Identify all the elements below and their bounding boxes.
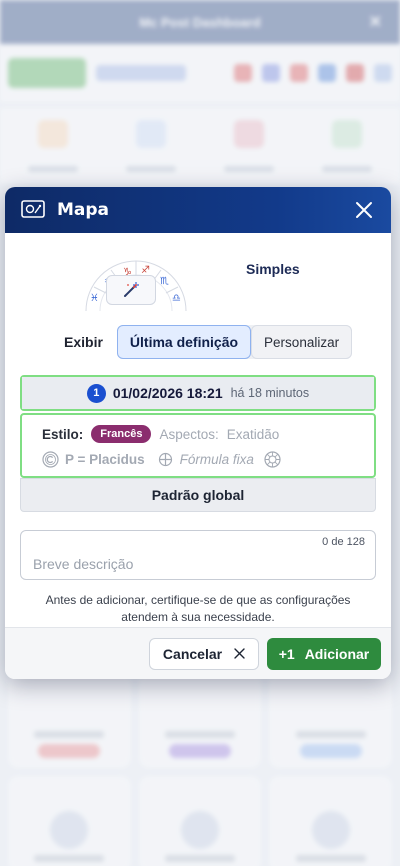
magic-wand-icon xyxy=(124,282,139,297)
hint-text: Antes de adicionar, certifique-se de que… xyxy=(45,593,351,624)
view-selector-row: Exibir Última definição Personalizar xyxy=(20,321,376,363)
definition-time-ago: há 18 minutos xyxy=(230,386,310,400)
chart-preview-row: ♑ ♐ ♒ ♏ ♓ ♎ Simples xyxy=(20,233,376,313)
chart-modal: Mapa ♑ ♐ ♒ ♏ ♓ ♎ xyxy=(5,187,391,679)
house-line: P = Placidus Fórmula fixa xyxy=(42,451,374,468)
global-default-button[interactable]: Padrão global xyxy=(20,478,376,512)
view-label: Exibir xyxy=(64,334,103,350)
aspects-value: Exatidão xyxy=(226,426,280,442)
svg-text:♓: ♓ xyxy=(90,293,99,304)
view-option-customize[interactable]: Personalizar xyxy=(251,325,353,359)
add-button[interactable]: +1 Adicionar xyxy=(267,637,381,670)
language-badge: Francês xyxy=(91,425,152,443)
definition-index-badge: 1 xyxy=(86,383,106,403)
aspects-label: Aspectos: xyxy=(159,426,219,442)
chart-style-name: Simples xyxy=(246,261,300,277)
modal-body: ♑ ♐ ♒ ♏ ♓ ♎ Simples Exibir Última defin xyxy=(5,233,391,626)
description-field: 0 de 128 xyxy=(20,530,376,580)
modal-header: Mapa xyxy=(5,187,391,233)
close-icon xyxy=(234,648,245,659)
add-label: Adicionar xyxy=(304,645,370,662)
formula-text: Fórmula fixa xyxy=(179,452,254,467)
svg-text:♏: ♏ xyxy=(160,276,169,287)
view-option-last-definition[interactable]: Última definição xyxy=(116,325,252,359)
house-system: P = Placidus xyxy=(65,452,145,467)
definition-date-row[interactable]: 1 01/02/2026 18:21 há 18 minutos xyxy=(22,377,374,409)
style-label: Estilo: xyxy=(42,426,84,442)
cancel-label: Cancelar xyxy=(162,645,223,662)
add-count: +1 xyxy=(278,645,295,662)
copyright-icon xyxy=(42,451,59,468)
magic-wand-button[interactable] xyxy=(106,275,156,305)
last-definition-card[interactable]: 1 01/02/2026 18:21 há 18 minutos xyxy=(20,375,376,411)
definition-date: 01/02/2026 18:21 xyxy=(112,385,223,401)
modal-title: Mapa xyxy=(57,200,110,220)
svg-text:♎: ♎ xyxy=(172,293,181,304)
definition-settings-card: Estilo: Francês Aspectos: Exatidão P = P… xyxy=(20,413,376,478)
cancel-button[interactable]: Cancelar xyxy=(149,637,259,670)
wheel-icon xyxy=(264,451,281,468)
modal-footer: Cancelar +1 Adicionar xyxy=(5,627,391,679)
crosshair-circle-icon xyxy=(158,452,172,467)
style-line: Estilo: Francês Aspectos: Exatidão xyxy=(42,425,374,443)
view-segmented-control: Última definição Personalizar xyxy=(116,325,353,359)
close-icon[interactable] xyxy=(353,199,375,221)
description-input[interactable] xyxy=(21,531,375,579)
chart-icon xyxy=(21,200,45,218)
